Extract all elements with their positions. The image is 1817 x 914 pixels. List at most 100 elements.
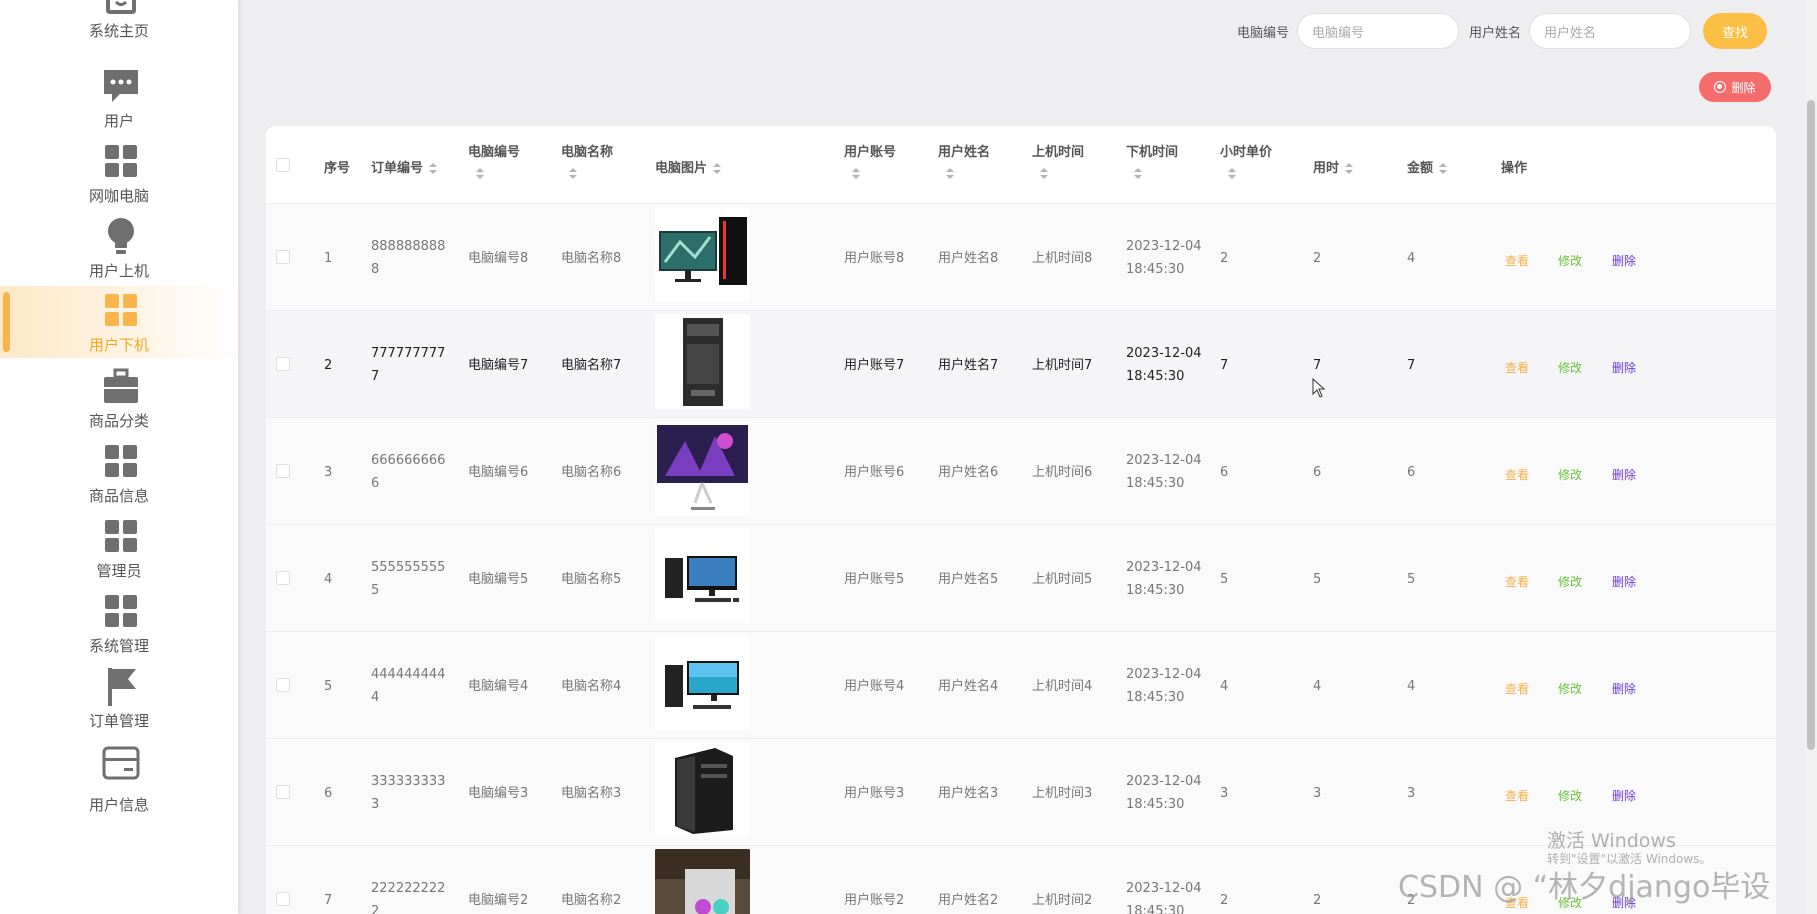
header-user-name[interactable]: 用户姓名 [938, 141, 990, 180]
grid-icon [102, 441, 140, 481]
view-link[interactable]: 查看 [1505, 787, 1529, 804]
sidebar-item-home[interactable]: 系统主页 [0, 0, 238, 48]
sidebar-item-user-logout[interactable]: 用户下机 [0, 286, 238, 358]
delete-link[interactable]: 删除 [1612, 680, 1636, 697]
header-end-time[interactable]: 下机时间 [1126, 141, 1178, 180]
row-checkbox[interactable] [276, 464, 290, 478]
sidebar-item-users[interactable]: 用户 [0, 66, 238, 138]
cell-end-time: 2023-12-04 18:45:30 [1126, 770, 1202, 816]
sidebar-item-label: 订单管理 [88, 712, 149, 730]
sidebar-item-label: 用户下机 [88, 336, 149, 354]
header-order-no[interactable]: 订单编号 [371, 157, 438, 176]
row-checkbox[interactable] [276, 892, 290, 906]
edit-link[interactable]: 修改 [1558, 787, 1582, 804]
sidebar-item-categories[interactable]: 商品分类 [0, 366, 238, 438]
view-link[interactable]: 查看 [1505, 359, 1529, 376]
cell-pc-name: 电脑名称4 [561, 679, 622, 694]
pc-image[interactable] [655, 314, 750, 409]
edit-link[interactable]: 修改 [1558, 573, 1582, 590]
edit-link[interactable]: 修改 [1558, 680, 1582, 697]
view-link[interactable]: 查看 [1505, 680, 1529, 697]
sort-icon[interactable] [1228, 168, 1236, 180]
header-account[interactable]: 用户账号 [844, 141, 896, 180]
sidebar-item-admins[interactable]: 管理员 [0, 516, 238, 588]
edit-link[interactable]: 修改 [1558, 466, 1582, 483]
cell-account: 用户账号3 [844, 786, 905, 801]
edit-link[interactable]: 修改 [1558, 252, 1582, 269]
cell-pc-no: 电脑编号2 [468, 893, 529, 908]
end-clock: 18:45:30 [1126, 904, 1185, 914]
select-all-checkbox[interactable] [276, 158, 290, 172]
delete-link[interactable]: 删除 [1612, 252, 1636, 269]
sort-icon[interactable] [569, 168, 577, 180]
sort-icon[interactable] [429, 162, 438, 175]
view-link[interactable]: 查看 [1505, 573, 1529, 590]
sidebar-item-user-info[interactable]: 用户信息 [0, 744, 238, 816]
pc-image[interactable] [655, 849, 750, 914]
page-scrollbar[interactable] [1805, 0, 1817, 914]
order-no-line2: 8 [371, 262, 380, 277]
batch-delete-label: 删除 [1731, 80, 1756, 95]
edit-link[interactable]: 修改 [1558, 359, 1582, 376]
cell-index: 3 [324, 465, 333, 480]
sidebar-item-products[interactable]: 商品信息 [0, 441, 238, 513]
pc-image[interactable] [655, 742, 750, 837]
search-button[interactable]: 查找 [1703, 13, 1767, 49]
header-hours[interactable]: 用时 [1313, 157, 1354, 176]
header-pc-image[interactable]: 电脑图片 [655, 157, 722, 176]
scrollbar-thumb[interactable] [1807, 100, 1815, 750]
sidebar-item-orders[interactable]: 订单管理 [0, 666, 238, 738]
sort-icon[interactable] [1345, 162, 1354, 175]
header-pc-no[interactable]: 电脑编号 [468, 141, 520, 180]
pc-image[interactable] [655, 207, 750, 302]
delete-link[interactable]: 删除 [1612, 466, 1636, 483]
table-row[interactable]: 2 777777777 7 电脑编号7 电脑名称7 用户账号7 用户姓名7 上机时… [266, 311, 1776, 418]
table-row[interactable]: 3 666666666 6 电脑编号6 电脑名称6 用户账号6 用户姓名6 上机时… [266, 418, 1776, 525]
delete-link[interactable]: 删除 [1612, 359, 1636, 376]
view-link[interactable]: 查看 [1505, 252, 1529, 269]
sort-icon[interactable] [1040, 168, 1048, 180]
header-start-time[interactable]: 上机时间 [1032, 141, 1084, 180]
row-checkbox[interactable] [276, 357, 290, 371]
sort-icon[interactable] [713, 162, 722, 175]
end-clock: 18:45:30 [1126, 690, 1185, 705]
cell-amount: 6 [1407, 465, 1416, 480]
table-row[interactable]: 4 555555555 5 电脑编号5 电脑名称5 用户账号5 用户姓名5 上机时… [266, 525, 1776, 632]
sidebar-item-user-login[interactable]: 用户上机 [0, 216, 238, 288]
table-row[interactable]: 1 888888888 8 电脑编号8 电脑名称8 用户账号8 用户姓名8 上机时… [266, 204, 1776, 311]
pc-number-input[interactable]: 电脑编号 [1296, 13, 1459, 49]
order-no-line1: 666666666 [371, 453, 446, 468]
batch-delete-button[interactable]: 删除 [1699, 72, 1771, 102]
cell-pc-no: 电脑编号5 [468, 572, 529, 587]
cell-hourly-price: 3 [1220, 786, 1229, 801]
sidebar: 系统主页 用户 网咖电脑 用户上机 用户下机 商品分类 商品信息 管理员 系统管… [0, 0, 238, 914]
header-pc-name[interactable]: 电脑名称 [561, 141, 613, 180]
sort-icon[interactable] [852, 168, 860, 180]
user-name-input[interactable]: 用户姓名 [1529, 13, 1691, 49]
pc-image[interactable] [655, 635, 750, 730]
cell-pc-no: 电脑编号7 [468, 358, 529, 373]
view-link[interactable]: 查看 [1505, 466, 1529, 483]
sidebar-item-system[interactable]: 系统管理 [0, 591, 238, 663]
row-checkbox[interactable] [276, 678, 290, 692]
pc-image[interactable] [655, 528, 750, 623]
end-date: 2023-12-04 [1126, 667, 1202, 682]
pc-number-label: 电脑编号 [1236, 25, 1289, 41]
sidebar-item-cafe-pcs[interactable]: 网咖电脑 [0, 141, 238, 213]
cell-account: 用户账号8 [844, 251, 905, 266]
delete-link[interactable]: 删除 [1612, 787, 1636, 804]
header-hourly-price[interactable]: 小时单价 [1220, 141, 1272, 180]
header-amount[interactable]: 金额 [1407, 157, 1448, 176]
pc-image[interactable] [655, 421, 750, 516]
sort-icon[interactable] [1439, 162, 1448, 175]
sort-icon[interactable] [476, 168, 484, 180]
row-checkbox[interactable] [276, 785, 290, 799]
sort-icon[interactable] [946, 168, 954, 180]
row-checkbox[interactable] [276, 250, 290, 264]
table-row[interactable]: 5 444444444 4 电脑编号4 电脑名称4 用户账号4 用户姓名4 上机时… [266, 632, 1776, 739]
end-clock: 18:45:30 [1126, 369, 1185, 384]
row-checkbox[interactable] [276, 571, 290, 585]
delete-link[interactable]: 删除 [1612, 573, 1636, 590]
cell-hourly-price: 4 [1220, 679, 1229, 694]
sort-icon[interactable] [1134, 168, 1142, 180]
